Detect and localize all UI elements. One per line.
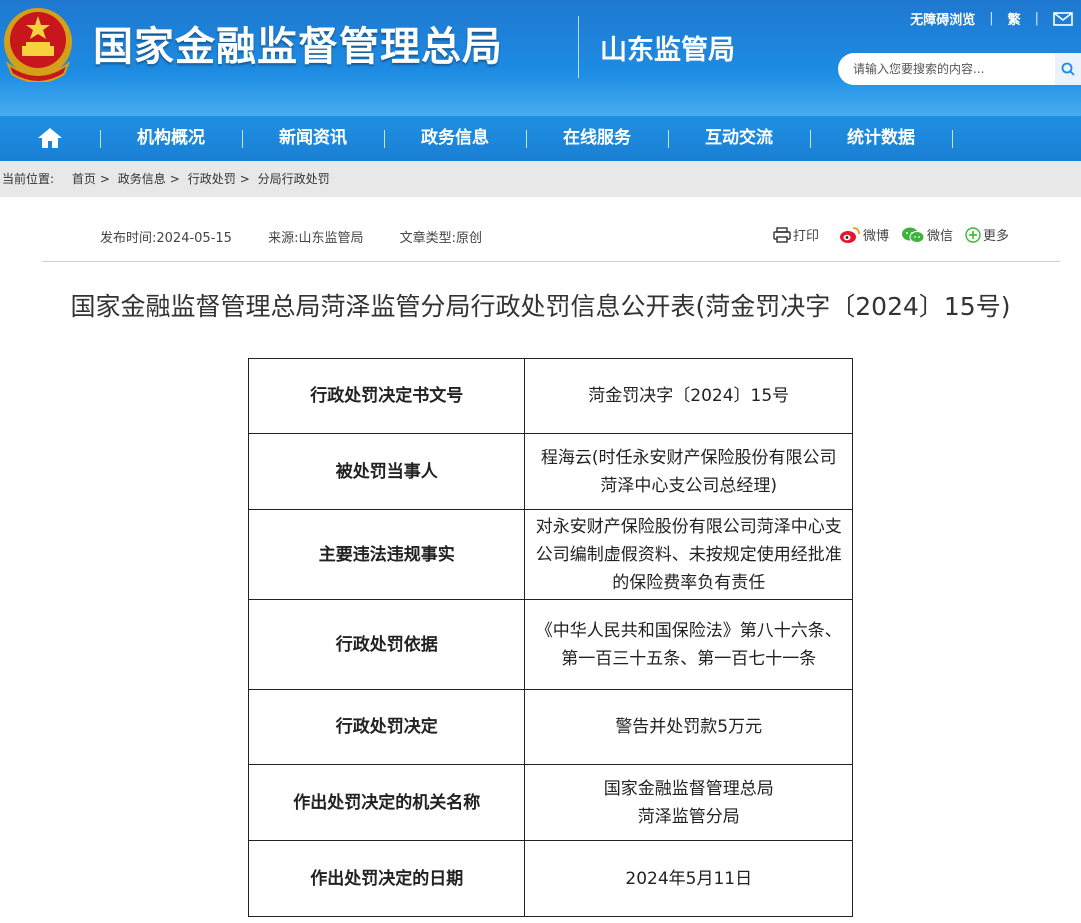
nav-item-interaction[interactable]: 互动交流 xyxy=(668,116,810,161)
breadcrumb: 当前位置: 首页 > 政务信息 > 行政处罚 > 分局行政处罚 xyxy=(0,161,1081,197)
article-meta: 发布时间:2024-05-15 来源:山东监管局 文章类型:原创 xyxy=(100,227,514,246)
table-key: 主要违法违规事实 xyxy=(247,509,526,600)
breadcrumb-separator: > xyxy=(239,172,250,186)
sub-title[interactable]: 山东监管局 xyxy=(600,28,735,67)
breadcrumb-separator: > xyxy=(99,172,110,186)
table-value: 2024年5月11日 xyxy=(524,840,853,917)
table-key: 行政处罚决定书文号 xyxy=(247,358,526,434)
nav-separator xyxy=(952,130,953,148)
table-key: 作出处罚决定的日期 xyxy=(247,840,526,917)
national-emblem-icon xyxy=(4,8,72,82)
top-link-separator: | xyxy=(1034,11,1039,26)
wechat-icon xyxy=(901,227,925,243)
table-value: 对永安财产保险股份有限公司菏泽中心支公司编制虚假资料、未按规定使用经批准的保险费… xyxy=(524,509,853,600)
table-key: 被处罚当事人 xyxy=(247,433,526,510)
print-button[interactable]: 打印 xyxy=(773,225,819,244)
site-title[interactable]: 国家金融监督管理总局 xyxy=(93,14,503,72)
traditional-chinese-link[interactable]: 繁 xyxy=(1008,9,1021,28)
article-title: 国家金融监督管理总局菏泽监管分局行政处罚信息公开表(菏金罚决字〔2024〕15号… xyxy=(70,292,1011,321)
breadcrumb-branch-penalty[interactable]: 分局行政处罚 xyxy=(258,172,330,186)
table-value: 程海云(时任永安财产保险股份有限公司菏泽中心支公司总经理) xyxy=(524,433,853,510)
penalty-info-table: 行政处罚决定书文号 菏金罚决字〔2024〕15号 被处罚当事人 程海云(时任永安… xyxy=(247,358,853,917)
share-bar: 打印 微博 微信 更多 xyxy=(761,225,1009,244)
table-key: 行政处罚决定 xyxy=(247,689,526,765)
table-row: 被处罚当事人 程海云(时任永安财产保险股份有限公司菏泽中心支公司总经理) xyxy=(247,433,853,510)
table-row: 主要违法违规事实 对永安财产保险股份有限公司菏泽中心支公司编制虚假资料、未按规定… xyxy=(247,509,853,600)
publish-date: 发布时间:2024-05-15 xyxy=(100,231,232,246)
print-label: 打印 xyxy=(792,229,819,244)
table-value: 警告并处罚款5万元 xyxy=(524,689,853,765)
more-label: 更多 xyxy=(982,229,1009,244)
weibo-button[interactable]: 微博 xyxy=(839,225,889,244)
plus-icon xyxy=(965,226,981,243)
nav-item-news[interactable]: 新闻资讯 xyxy=(242,116,384,161)
article-source: 来源:山东监管局 xyxy=(268,231,364,246)
table-row: 作出处罚决定的日期 2024年5月11日 xyxy=(247,840,853,917)
table-row: 作出处罚决定的机关名称 国家金融监督管理总局 菏泽监管分局 xyxy=(247,764,853,841)
main-nav: 机构概况 新闻资讯 政务信息 在线服务 互动交流 统计数据 xyxy=(0,116,1081,161)
weibo-label: 微博 xyxy=(862,229,889,244)
breadcrumb-gov-info[interactable]: 政务信息 xyxy=(118,172,166,186)
article-content: 发布时间:2024-05-15 来源:山东监管局 文章类型:原创 打印 微博 微… xyxy=(0,197,1081,923)
search-box xyxy=(838,53,1081,85)
table-key: 作出处罚决定的机关名称 xyxy=(247,764,526,841)
nav-item-online-services[interactable]: 在线服务 xyxy=(526,116,668,161)
printer-icon xyxy=(773,226,791,243)
nav-item-government[interactable]: 政务信息 xyxy=(384,116,526,161)
search-button[interactable] xyxy=(1055,53,1081,85)
accessibility-link[interactable]: 无障碍浏览 xyxy=(910,9,975,28)
table-row: 行政处罚依据 《中华人民共和国保险法》第八十六条、第一百三十五条、第一百七十一条 xyxy=(247,599,853,690)
home-icon[interactable] xyxy=(37,127,63,149)
table-value: 国家金融监督管理总局 菏泽监管分局 xyxy=(524,764,853,841)
wechat-label: 微信 xyxy=(926,229,953,244)
site-header: 国家金融监督管理总局 山东监管局 无障碍浏览 | 繁 | xyxy=(0,0,1081,116)
meta-divider xyxy=(42,261,1060,262)
article-type: 文章类型:原创 xyxy=(399,231,482,246)
wechat-button[interactable]: 微信 xyxy=(901,225,953,244)
table-value: 《中华人民共和国保险法》第八十六条、第一百三十五条、第一百七十一条 xyxy=(524,599,853,690)
nav-item-about[interactable]: 机构概况 xyxy=(100,116,242,161)
nav-item-statistics[interactable]: 统计数据 xyxy=(810,116,952,161)
search-icon xyxy=(1061,62,1075,76)
top-links: 无障碍浏览 | 繁 | xyxy=(910,9,1073,28)
table-row: 行政处罚决定 警告并处罚款5万元 xyxy=(247,689,853,765)
table-key: 行政处罚依据 xyxy=(247,599,526,690)
search-input[interactable] xyxy=(838,53,1048,85)
top-link-separator: | xyxy=(989,11,994,26)
breadcrumb-separator: > xyxy=(169,172,180,186)
table-value: 菏金罚决字〔2024〕15号 xyxy=(524,358,853,434)
title-divider xyxy=(578,16,579,78)
more-button[interactable]: 更多 xyxy=(965,225,1009,244)
mail-icon[interactable] xyxy=(1053,11,1073,26)
breadcrumb-label: 当前位置: xyxy=(2,172,55,186)
breadcrumb-home[interactable]: 首页 xyxy=(72,172,96,186)
weibo-icon xyxy=(839,226,860,243)
breadcrumb-penalty[interactable]: 行政处罚 xyxy=(188,172,236,186)
table-row: 行政处罚决定书文号 菏金罚决字〔2024〕15号 xyxy=(247,358,853,434)
